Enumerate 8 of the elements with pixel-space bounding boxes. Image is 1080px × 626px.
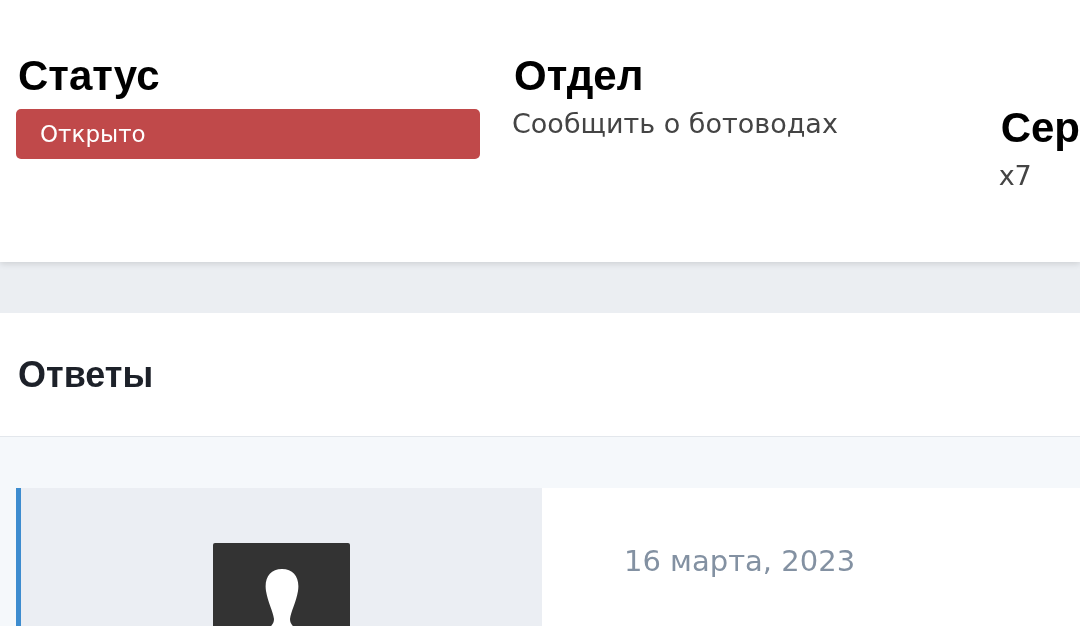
post-date: 16 марта, 2023 <box>624 544 856 578</box>
field-label: Отдел <box>513 52 644 100</box>
field-value: Сообщить о ботоводах <box>512 108 838 139</box>
field-label: Статус <box>17 52 160 100</box>
field-label: Сер <box>999 104 1080 152</box>
section-title: Ответы <box>18 353 154 396</box>
status-badge: Открыто <box>16 109 480 159</box>
field-value: x7 <box>998 160 1032 191</box>
